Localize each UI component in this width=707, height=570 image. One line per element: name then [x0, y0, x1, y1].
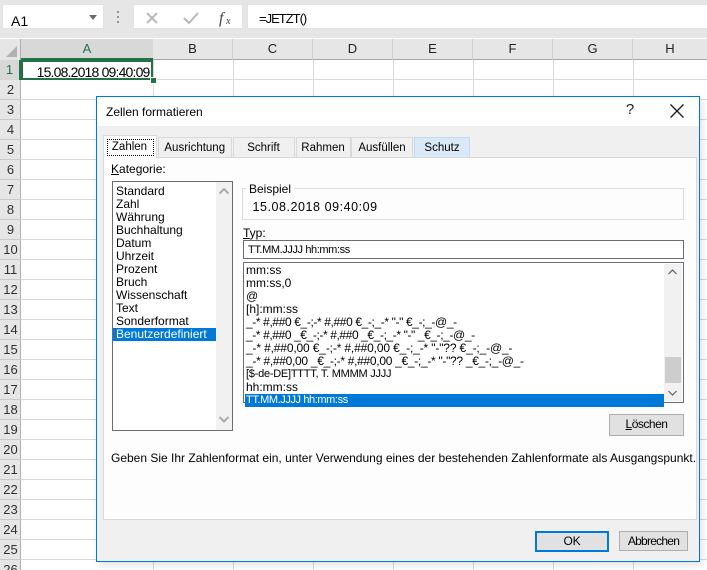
svg-text:x: x — [225, 16, 231, 27]
svg-text:f: f — [219, 10, 226, 27]
